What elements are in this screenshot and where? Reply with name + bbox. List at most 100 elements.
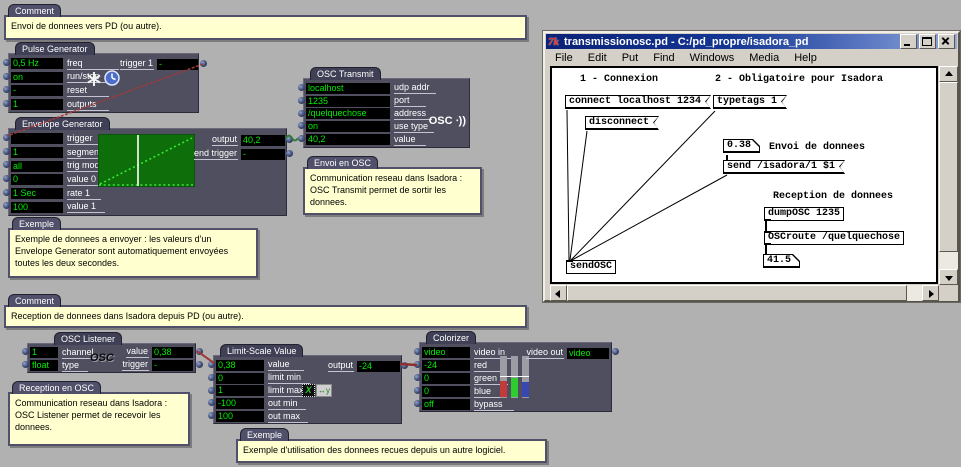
comment-envoi-pd[interactable]: Comment Envoi de donnees vers PD (ou aut… [4,15,527,40]
close-button[interactable] [938,34,955,49]
channel-value[interactable]: 1 [30,347,58,358]
rate1-value[interactable]: 1 Sec [11,188,63,199]
outputs-value[interactable]: 1 [11,99,63,110]
outmin-value[interactable]: -100 [216,398,264,409]
envelope-graph[interactable] [98,134,195,187]
input-port[interactable] [298,135,305,142]
output-port[interactable] [200,60,207,67]
scroll-left-button[interactable] [550,285,567,301]
output-port[interactable] [401,362,408,369]
input-port[interactable] [414,387,421,394]
red-slider[interactable] [500,356,507,398]
input-port[interactable] [3,73,10,80]
input-port[interactable] [208,387,215,394]
scroll-up-button[interactable] [939,66,958,82]
pd-numberbox-send[interactable]: 0.38 [723,139,760,153]
menu-help[interactable]: Help [794,52,817,64]
input-port[interactable] [22,361,29,368]
scroll-right-button[interactable] [922,285,939,301]
input-port[interactable] [414,348,421,355]
input-port[interactable] [3,189,10,196]
port-value[interactable]: 1235 [306,96,390,107]
limitmin-value[interactable]: 0 [216,373,264,384]
pd-numberbox-receive[interactable]: 41.5 [763,254,800,268]
input-port[interactable] [298,84,305,91]
usetype-value[interactable]: on [306,121,390,132]
input-port[interactable] [3,86,10,93]
red-value[interactable]: -24 [422,360,470,371]
actor-envelope-generator[interactable]: Envelope Generator trigger 1 segments al… [8,128,287,216]
input-port[interactable] [208,412,215,419]
input-port[interactable] [414,374,421,381]
menu-put[interactable]: Put [622,52,639,64]
input-port[interactable] [208,399,215,406]
type-value[interactable]: float [30,360,58,371]
input-port[interactable] [3,161,10,168]
value0-value[interactable]: 0 [11,174,63,185]
menu-file[interactable]: File [555,52,573,64]
rgb-sliders[interactable] [500,356,529,399]
green-slider[interactable] [511,356,518,398]
value1-value[interactable]: 100 [11,202,63,213]
value-value[interactable]: 40,2 [306,134,390,145]
trigger-out-port[interactable] [196,361,203,368]
minimize-button[interactable] [900,34,917,49]
actor-osc-listener[interactable]: OSC Listener 1 channel float type OSC va… [27,343,196,373]
value-out-port[interactable] [196,348,203,355]
pd-msg-connect[interactable]: connect localhost 1234 [565,95,711,109]
trigmode-value[interactable]: all [11,161,63,172]
horizontal-scroll-thumb[interactable] [567,285,907,301]
scroll-down-button[interactable] [939,269,958,285]
input-port[interactable] [298,110,305,117]
pd-window[interactable]: 7k transmissionosc.pd - C:/pd_propre/isa… [543,31,960,302]
videoin-value[interactable]: video [422,347,470,358]
blue-slider[interactable] [522,356,529,398]
outmax-value[interactable]: 100 [216,411,264,422]
trigger-value[interactable] [11,133,63,144]
input-port[interactable] [208,374,215,381]
input-port[interactable] [298,122,305,129]
green-value[interactable]: 0 [422,373,470,384]
pd-msg-send[interactable]: send /isadora/1 $1 [723,160,845,174]
segments-value[interactable]: 1 [11,147,63,158]
bypass-value[interactable]: off [422,399,470,410]
actor-pulse-generator[interactable]: Pulse Generator 0,5 Hz freq on run/stop … [8,53,199,113]
comment-exemple-receive[interactable]: Exemple Exemple d'utilisation des donnee… [236,439,547,463]
videoout-port[interactable] [612,348,619,355]
actor-osc-transmit[interactable]: OSC Transmit localhost udp addr 1235 por… [303,78,470,148]
input-port[interactable] [22,348,29,355]
input-port[interactable] [3,100,10,107]
udpaddr-value[interactable]: localhost [306,83,390,94]
runstop-value[interactable]: on [11,72,63,83]
input-port[interactable] [414,361,421,368]
input-port[interactable] [3,59,10,66]
actor-limit-scale-value[interactable]: Limit-Scale Value 0,38 value 0 limit min… [213,355,402,424]
comment-envoi-en-osc[interactable]: Envoi en OSC Communication reseau dans I… [303,167,482,215]
freq-value[interactable]: 0,5 Hz [11,58,63,69]
comment-reception-pd[interactable]: Comment Reception de donnees dans Isador… [4,305,527,328]
input-port[interactable] [3,148,10,155]
reset-value[interactable]: - [11,85,63,96]
pd-obj-oscroute[interactable]: OSCroute /quelquechose [764,231,904,245]
pd-titlebar[interactable]: 7k transmissionosc.pd - C:/pd_propre/isa… [546,34,957,49]
vertical-scroll-thumb[interactable] [939,82,958,252]
pd-canvas[interactable]: 1 - Connexion 2 - Obligatoire pour Isado… [550,66,938,284]
comment-exemple-send[interactable]: Exemple Exemple de donnees a envoyer : l… [8,228,258,278]
value-value[interactable]: 0,38 [216,360,264,371]
menu-edit[interactable]: Edit [588,52,607,64]
limitmax-value[interactable]: 1 [216,385,264,396]
input-port[interactable] [3,134,10,141]
menu-windows[interactable]: Windows [690,52,735,64]
pd-obj-dumposc[interactable]: dumpOSC 1235 [764,207,844,221]
pd-obj-sendosc[interactable]: sendOSC [566,260,616,274]
blue-value[interactable]: 0 [422,386,470,397]
pd-msg-typetags[interactable]: typetags 1 [713,95,787,109]
comment-reception-en-osc[interactable]: Reception en OSC Communication reseau da… [8,392,190,446]
input-port[interactable] [3,175,10,182]
endtrigger-port[interactable] [286,150,293,157]
input-port[interactable] [298,97,305,104]
input-port[interactable] [414,400,421,407]
input-port[interactable] [3,202,10,209]
menu-find[interactable]: Find [653,52,674,64]
actor-colorizer[interactable]: Colorizer video video in -24 red 0 green… [419,342,612,412]
